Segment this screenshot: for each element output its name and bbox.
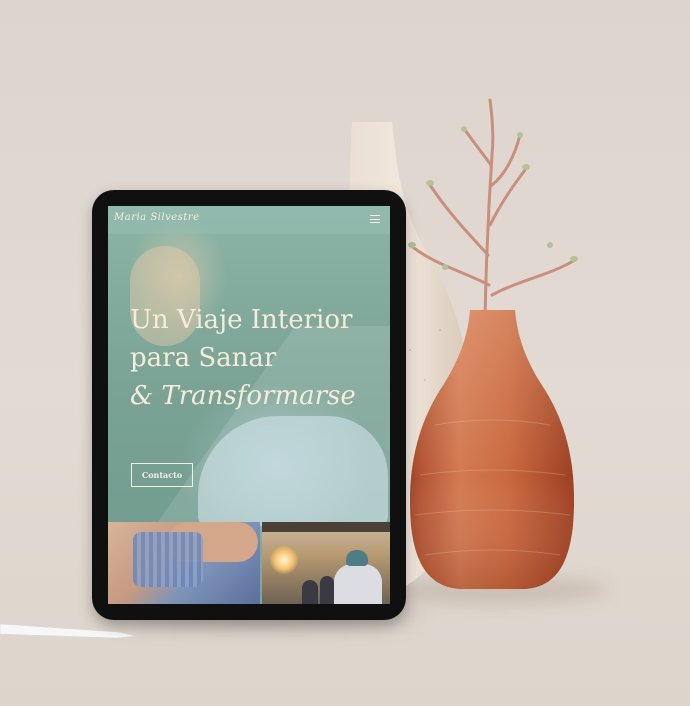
headline-line-3: & Transformarse bbox=[130, 381, 356, 411]
headline-line-2: para Sanar bbox=[130, 343, 277, 373]
photo-person-hat bbox=[346, 550, 368, 566]
hamburger-icon[interactable] bbox=[370, 215, 380, 223]
photo-person bbox=[320, 576, 334, 604]
photo-person-coat bbox=[334, 564, 382, 604]
gallery-photo-retreat bbox=[262, 522, 390, 604]
website-screen: Maria Silvestre Un Viaje Interior para S… bbox=[108, 206, 390, 604]
stylus-pen bbox=[0, 623, 137, 639]
photo-roof bbox=[262, 522, 390, 532]
dry-branch bbox=[408, 98, 578, 322]
photo-shirt bbox=[133, 532, 203, 587]
contact-button[interactable]: Contacto bbox=[131, 463, 193, 487]
site-logo[interactable]: Maria Silvestre bbox=[114, 212, 199, 223]
headline-line-1: Un Viaje Interior bbox=[130, 305, 353, 335]
hero-headline: Un Viaje Interior para Sanar & Transform… bbox=[130, 301, 390, 415]
site-navbar: Maria Silvestre bbox=[108, 206, 390, 234]
photo-person bbox=[302, 580, 318, 604]
tablet-device: Maria Silvestre Un Viaje Interior para S… bbox=[92, 190, 406, 620]
gallery-photo-hug bbox=[108, 522, 260, 604]
photo-sun bbox=[270, 546, 298, 574]
wooden-vase bbox=[410, 310, 575, 589]
